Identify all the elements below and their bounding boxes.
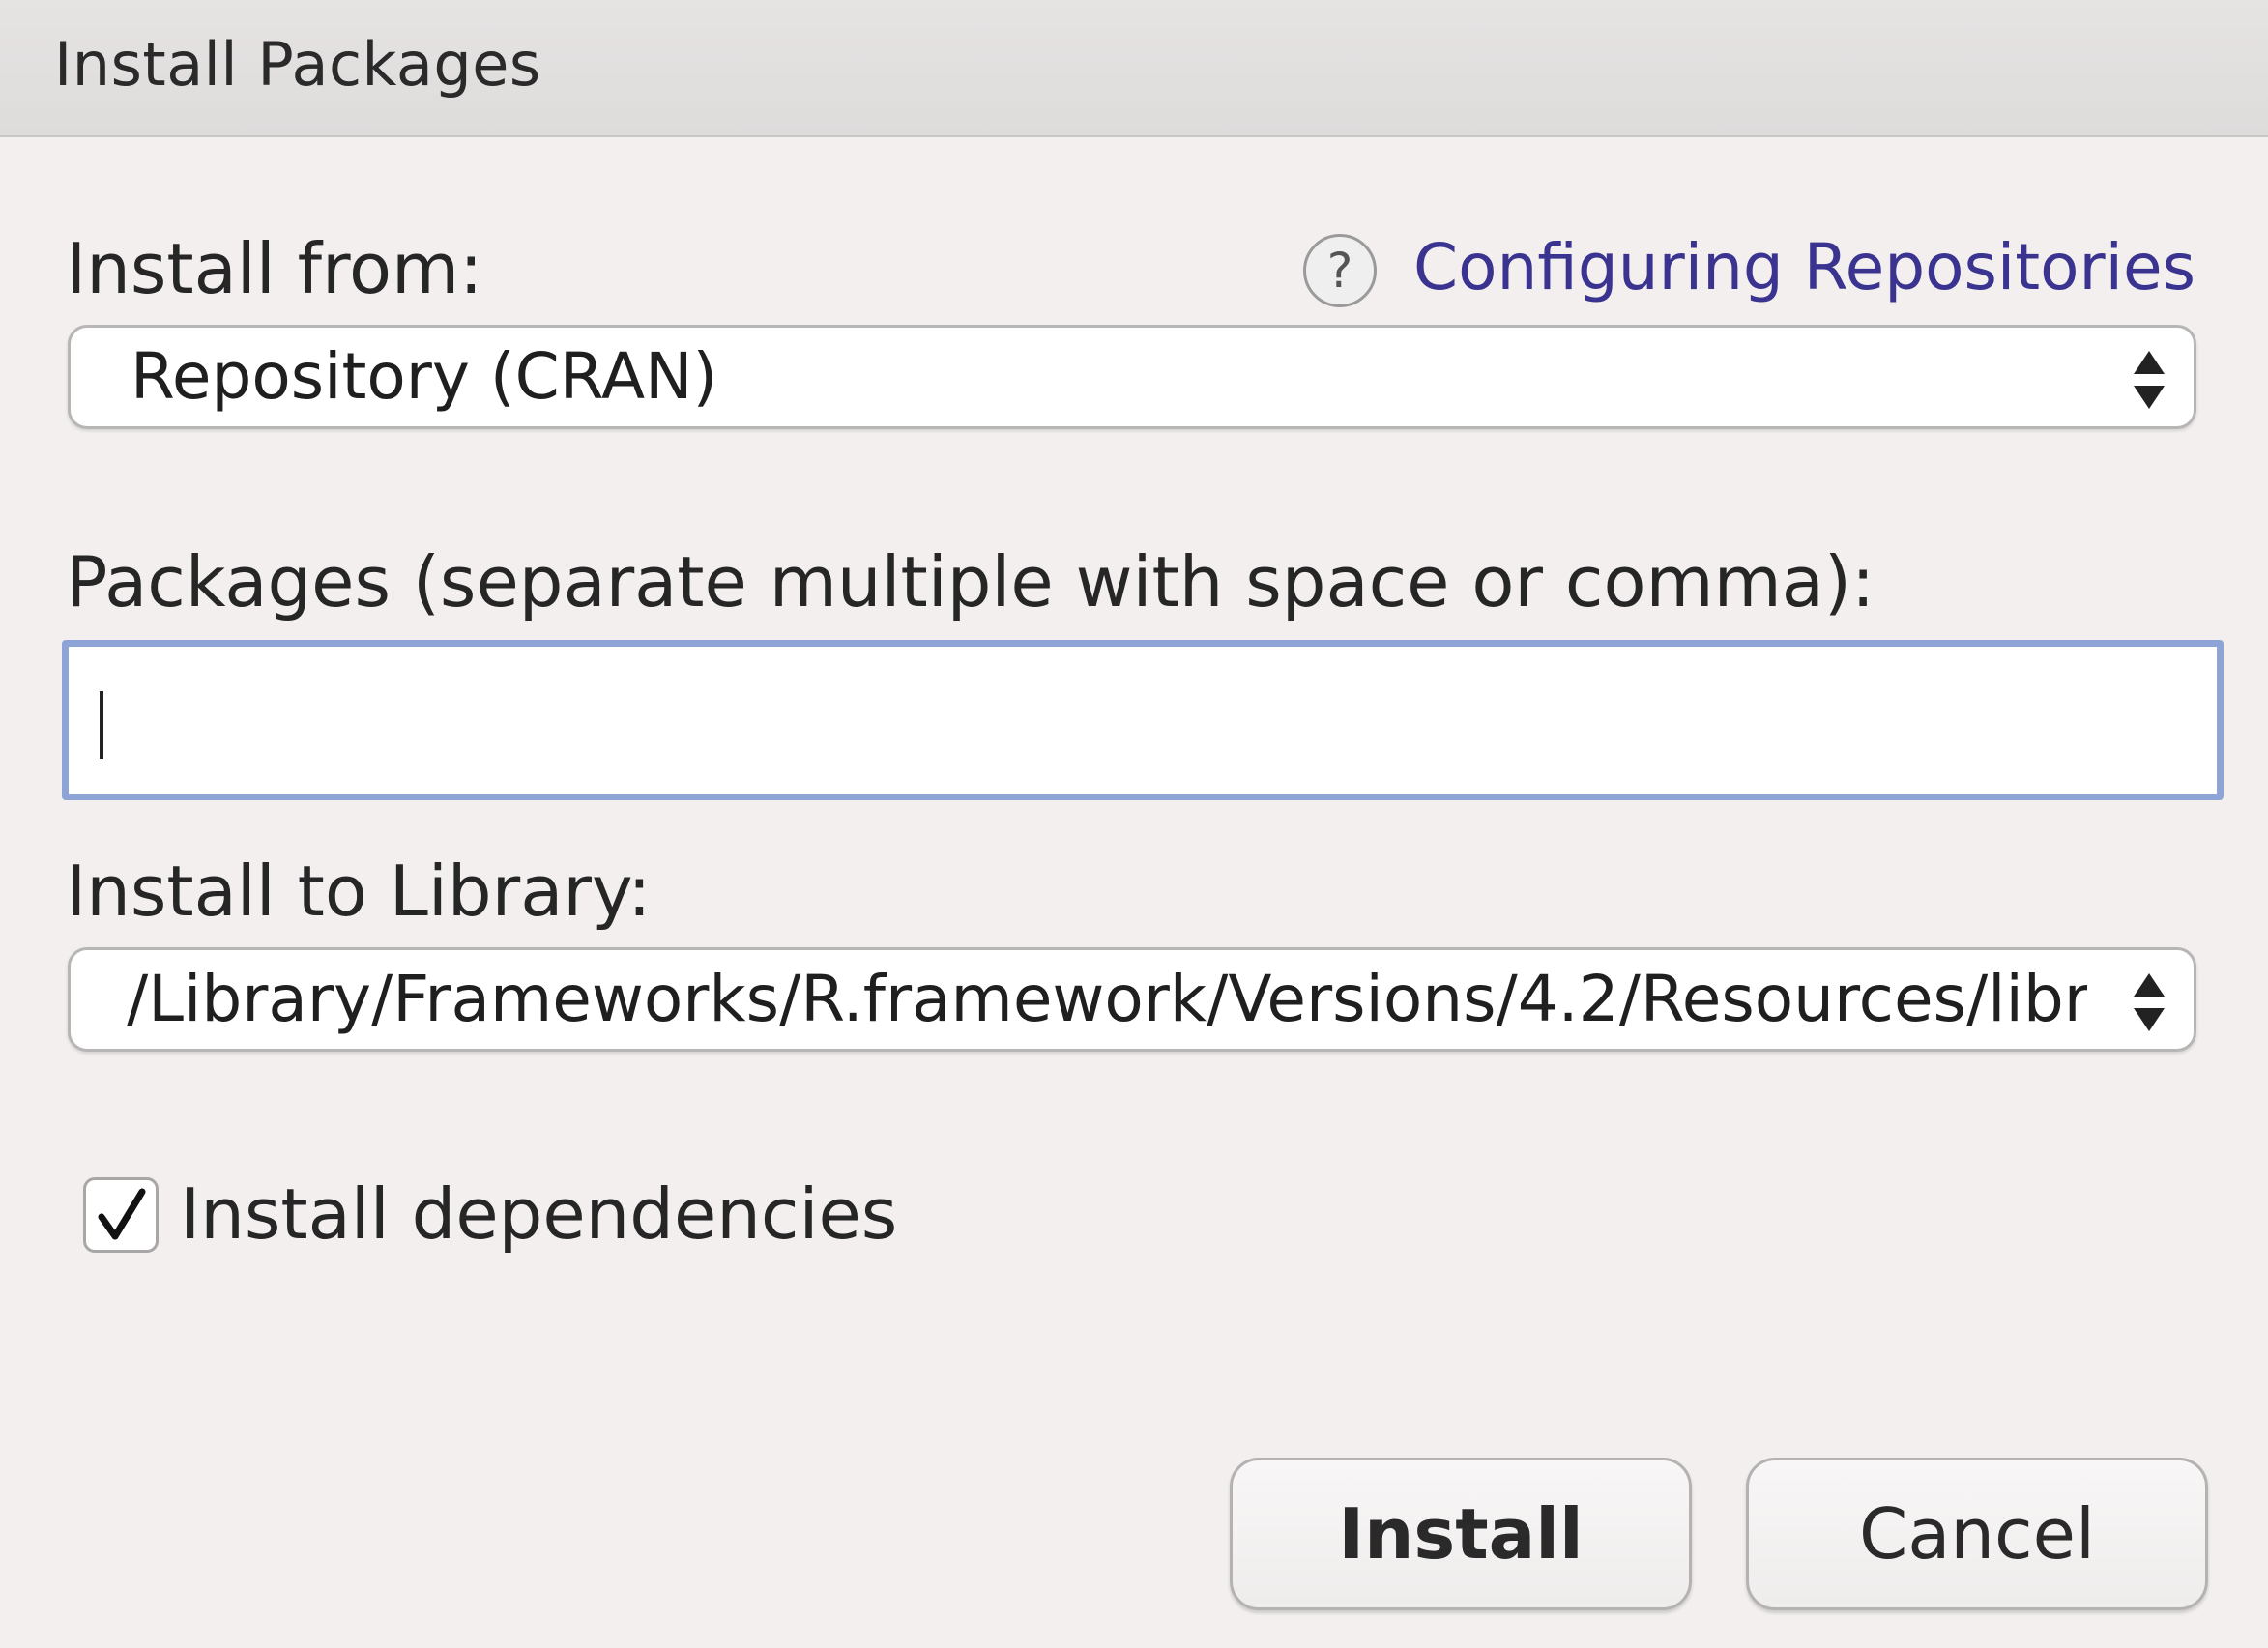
checkmark-icon — [98, 1188, 146, 1240]
text-caret — [100, 691, 103, 759]
library-select[interactable]: /Library/Frameworks/R.framework/Versions… — [68, 947, 2196, 1052]
packages-label: Packages (separate multiple with space o… — [66, 541, 1875, 622]
select-arrows-icon — [2134, 973, 2165, 1031]
packages-input[interactable] — [62, 640, 2224, 800]
dialog-titlebar: Install Packages — [0, 0, 2268, 137]
install-to-library-label: Install to Library: — [66, 851, 652, 932]
library-selected-value: /Library/Frameworks/R.framework/Versions… — [127, 962, 2087, 1036]
help-question-icon[interactable]: ? — [1303, 234, 1377, 307]
install-button[interactable]: Install — [1230, 1458, 1692, 1610]
dialog-title: Install Packages — [54, 29, 541, 100]
install-from-select[interactable]: Repository (CRAN) — [68, 325, 2196, 429]
install-from-selected-value: Repository (CRAN) — [131, 339, 718, 414]
cancel-button[interactable]: Cancel — [1746, 1458, 2208, 1610]
select-arrows-icon — [2134, 351, 2165, 409]
install-dependencies-checkbox[interactable] — [83, 1177, 159, 1253]
install-from-label: Install from: — [66, 228, 483, 309]
install-dependencies-label[interactable]: Install dependencies — [180, 1173, 897, 1255]
configuring-repositories-link[interactable]: Configuring Repositories — [1413, 230, 2195, 304]
